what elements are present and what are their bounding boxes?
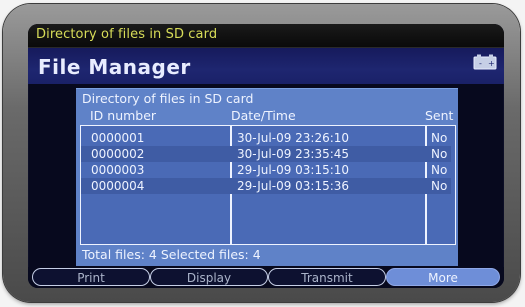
svg-text:-: - — [479, 59, 482, 68]
device-screen: Directory of files in SD card File Manag… — [28, 24, 504, 288]
cell-datetime: 29-Jul-09 03:15:36 — [237, 179, 350, 193]
cell-sent: No — [431, 131, 448, 145]
file-directory-panel: Directory of files in SD card ID number … — [76, 88, 458, 266]
column-header-id[interactable]: ID number — [90, 108, 156, 123]
cell-id: 0000004 — [91, 179, 145, 193]
window-title: Directory of files in SD card — [36, 27, 218, 42]
cell-id: 0000001 — [91, 131, 145, 145]
file-table: 0000001 30-Jul-09 23:26:10 No 0000002 30… — [80, 125, 456, 245]
battery-icon: - + — [473, 54, 499, 70]
more-button[interactable]: More — [386, 268, 500, 286]
cell-sent: No — [431, 179, 448, 193]
table-row[interactable]: 0000003 29-Jul-09 03:15:10 No — [81, 162, 451, 178]
window-titlebar: Directory of files in SD card — [28, 24, 504, 48]
panel-title: Directory of files in SD card — [82, 91, 254, 106]
app-title: File Manager — [38, 55, 191, 79]
app-header: File Manager - + — [28, 48, 504, 84]
cell-datetime: 29-Jul-09 03:15:10 — [237, 163, 350, 177]
transmit-button[interactable]: Transmit — [268, 268, 386, 286]
softkey-bar: Print Display Transmit More — [28, 267, 504, 288]
cell-id: 0000002 — [91, 147, 145, 161]
display-button[interactable]: Display — [150, 268, 268, 286]
cell-sent: No — [431, 163, 448, 177]
cell-datetime: 30-Jul-09 23:35:45 — [237, 147, 350, 161]
cell-sent: No — [431, 147, 448, 161]
print-button[interactable]: Print — [32, 268, 150, 286]
table-row[interactable]: 0000002 30-Jul-09 23:35:45 No — [81, 146, 451, 162]
cell-id: 0000003 — [91, 163, 145, 177]
svg-text:+: + — [488, 59, 495, 68]
column-header-datetime[interactable]: Date/Time — [231, 108, 296, 123]
table-row[interactable]: 0000001 30-Jul-09 23:26:10 No — [81, 130, 451, 146]
column-header-sent[interactable]: Sent — [425, 108, 453, 123]
file-count-status: Total files: 4 Selected files: 4 — [82, 247, 261, 262]
table-row[interactable]: 0000004 29-Jul-09 03:15:36 No — [81, 178, 451, 194]
cell-datetime: 30-Jul-09 23:26:10 — [237, 131, 350, 145]
